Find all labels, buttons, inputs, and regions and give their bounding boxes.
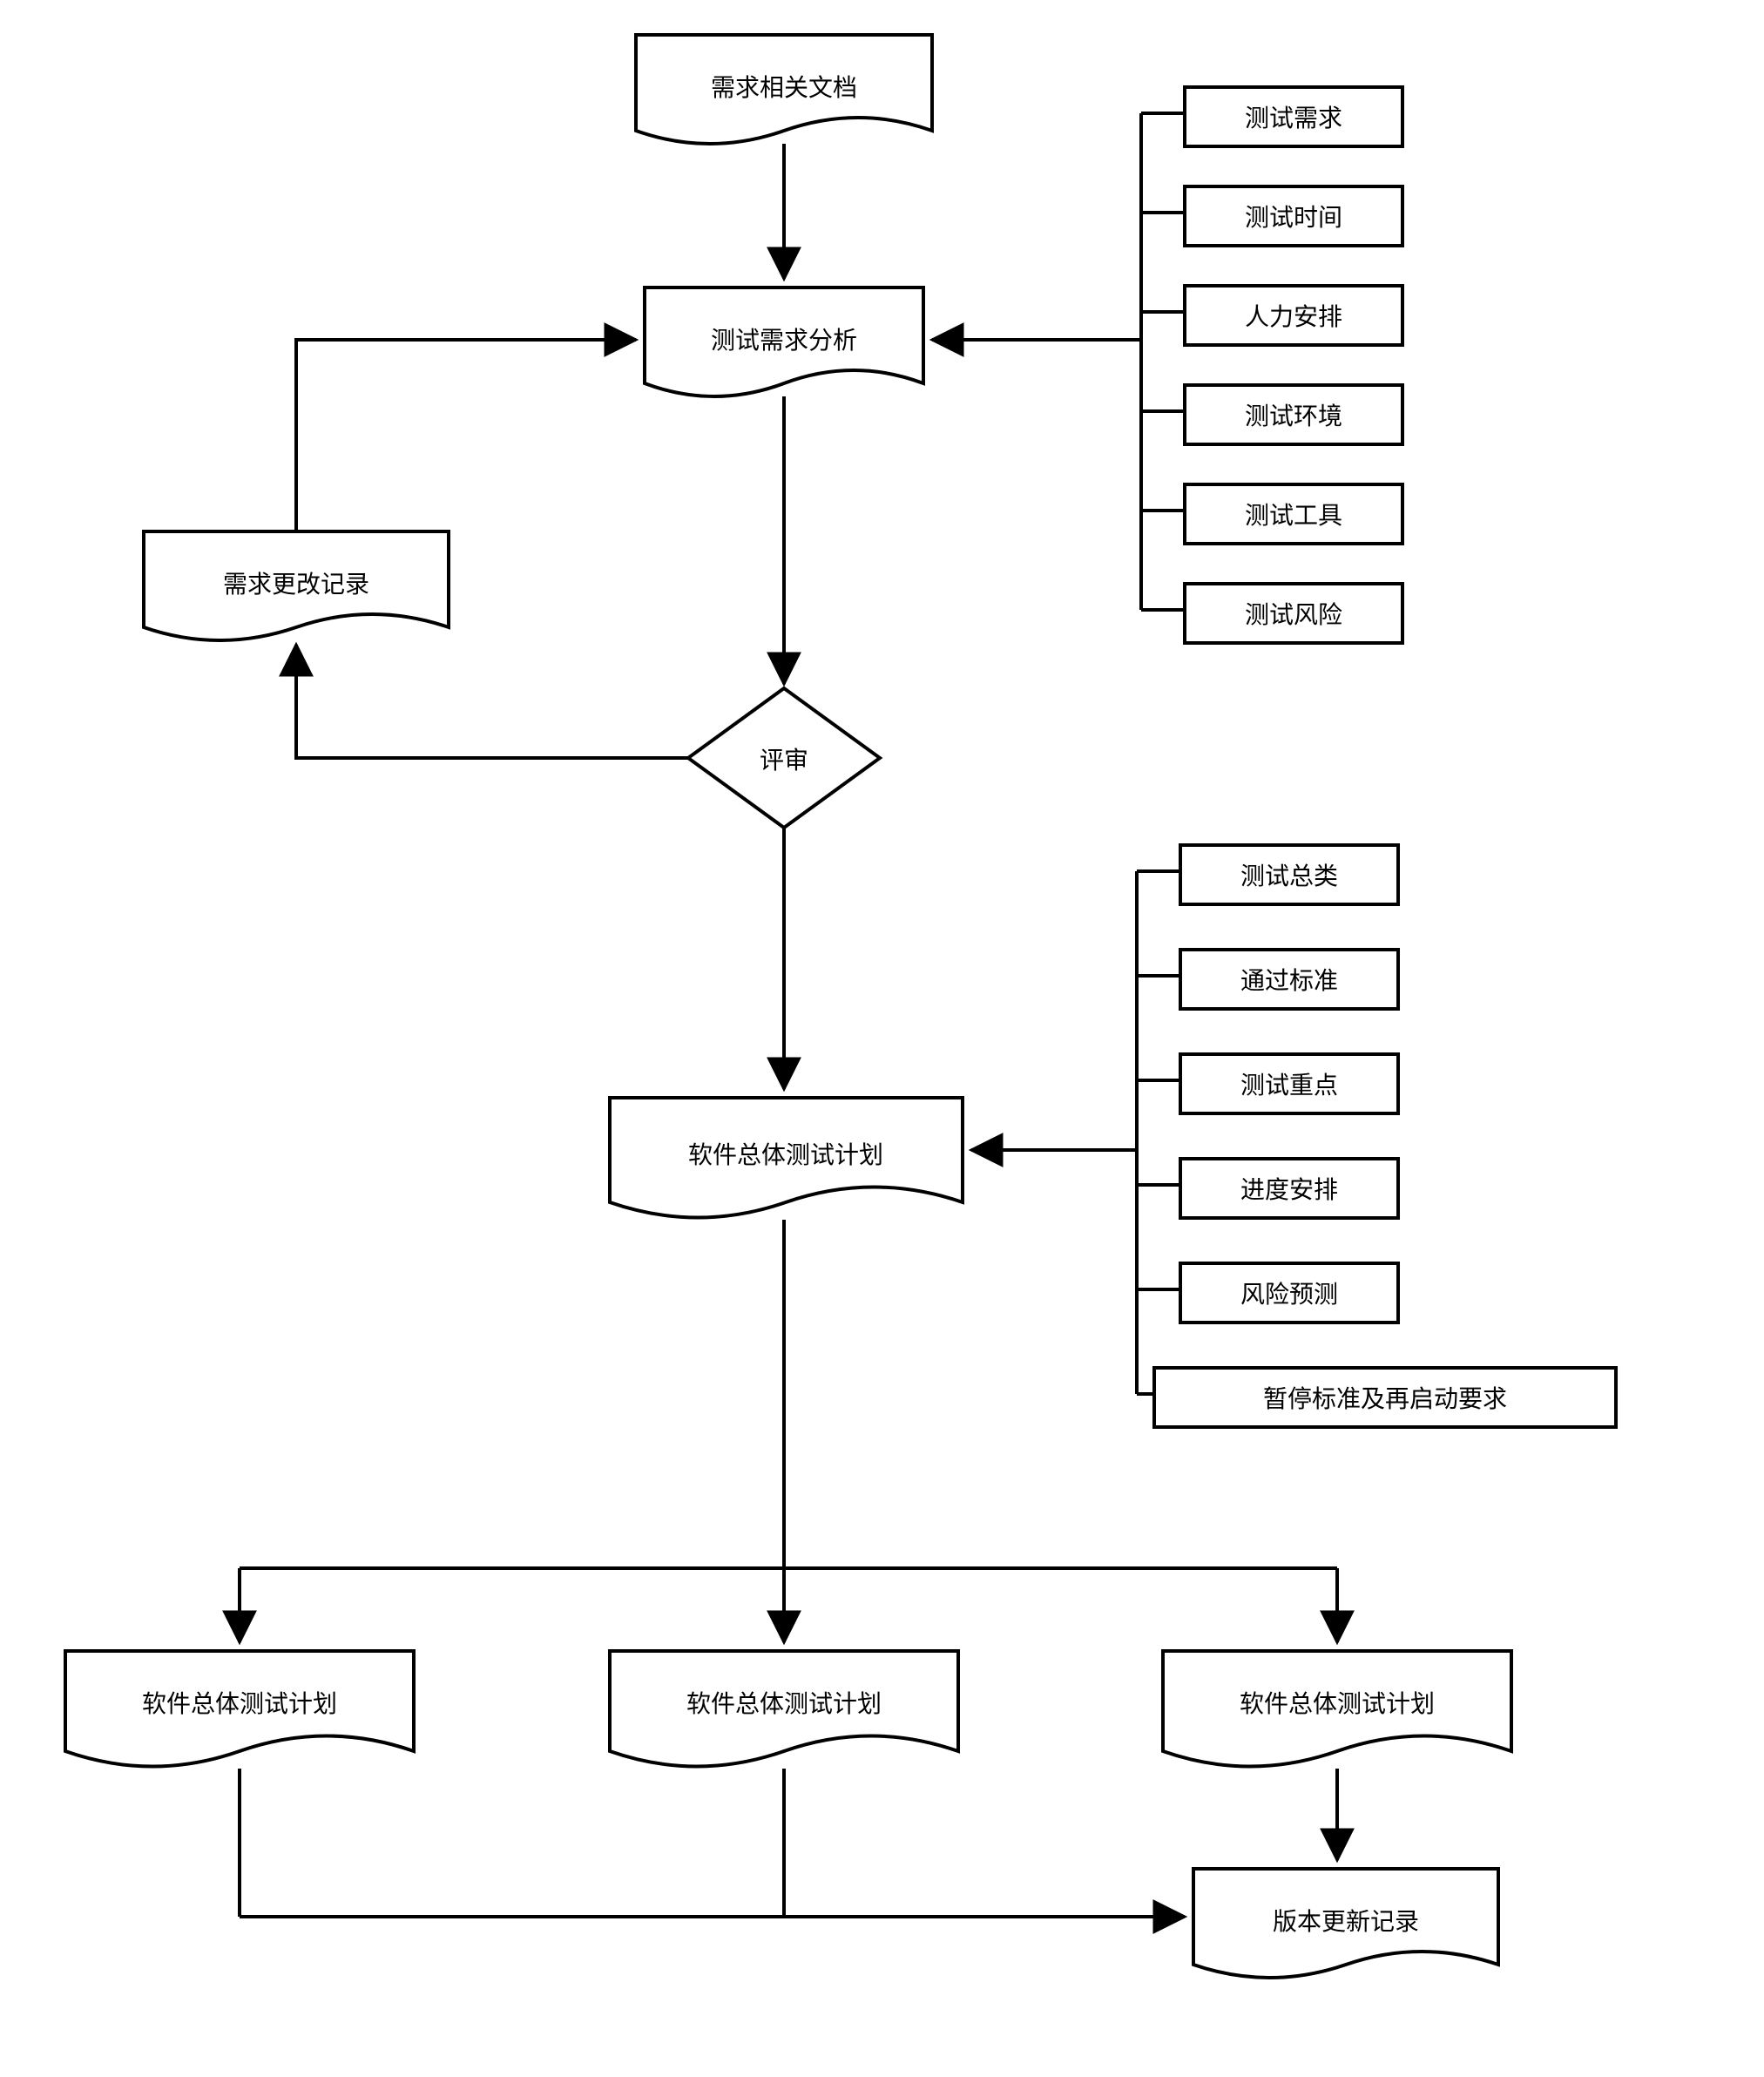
edge-review-to-changelog [296,645,688,758]
analysis-factor-1: 测试时间 [1141,186,1402,246]
child-plan-3-label: 软件总体测试计划 [1240,1690,1435,1718]
node-version-log: 版本更新记录 [1193,1869,1498,1978]
plan-label: 软件总体测试计划 [688,1141,883,1169]
analysis-factor-3: 测试环境 [1141,385,1402,444]
analysis-factor-2: 人力安排 [1141,286,1402,345]
node-child-plan-3: 软件总体测试计划 [1163,1651,1511,1767]
analysis-factor-0: 测试需求 [1141,87,1402,146]
analysis-factor-4: 测试工具 [1141,484,1402,544]
doc-input-label: 需求相关文档 [711,74,857,102]
plan-factor-4-label: 风险预测 [1240,1281,1338,1309]
node-child-plan-1: 软件总体测试计划 [65,1651,414,1767]
plan-factor-3-label: 进度安排 [1240,1176,1338,1204]
change-log-label: 需求更改记录 [223,571,369,599]
analysis-factor-1-label: 测试时间 [1245,204,1342,232]
plan-factor-5: 暂停标准及再启动要求 [1137,1368,1616,1427]
plan-factor-1: 通过标准 [1137,950,1398,1009]
node-doc-input: 需求相关文档 [636,35,932,144]
analysis-label: 测试需求分析 [711,327,857,355]
plan-factor-4: 风险预测 [1137,1263,1398,1323]
plan-factor-2: 测试重点 [1137,1054,1398,1113]
version-log-label: 版本更新记录 [1273,1908,1419,1936]
plan-factor-1-label: 通过标准 [1240,967,1338,995]
node-review: 评审 [688,688,880,828]
edge-changelog-to-analysis [296,340,636,531]
analysis-factor-5-label: 测试风险 [1245,601,1342,629]
plan-factor-3: 进度安排 [1137,1159,1398,1218]
analysis-factor-5: 测试风险 [1141,584,1402,643]
analysis-factor-3-label: 测试环境 [1245,403,1342,430]
edge-children-to-version [240,1769,1337,1917]
review-label: 评审 [760,747,808,775]
plan-factor-0: 测试总类 [1137,845,1398,904]
node-plan: 软件总体测试计划 [610,1098,963,1218]
analysis-factor-4-label: 测试工具 [1245,502,1342,530]
plan-factor-5-label: 暂停标准及再启动要求 [1263,1385,1507,1413]
plan-factor-0-label: 测试总类 [1240,863,1338,890]
child-plan-1-label: 软件总体测试计划 [142,1690,337,1718]
child-plan-2-label: 软件总体测试计划 [686,1690,882,1718]
analysis-factor-2-label: 人力安排 [1245,303,1342,331]
node-analysis: 测试需求分析 [645,288,923,396]
plan-factor-2-label: 测试重点 [1240,1072,1338,1099]
node-child-plan-2: 软件总体测试计划 [610,1651,958,1767]
analysis-factor-0-label: 测试需求 [1245,105,1342,132]
edge-plan-to-children [240,1220,1337,1642]
node-change-log: 需求更改记录 [144,531,449,640]
